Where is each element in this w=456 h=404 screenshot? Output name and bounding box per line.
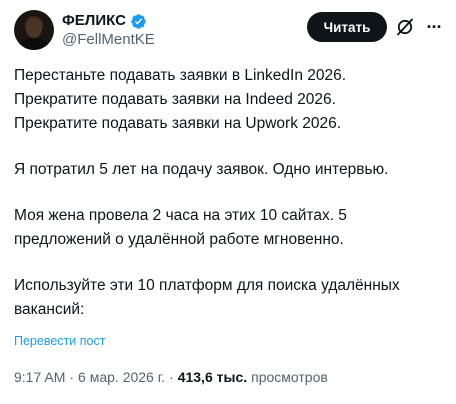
verified-badge-icon xyxy=(131,13,146,29)
tweet-line: предложений о удалённой работе мгновенно… xyxy=(14,231,344,248)
more-dots-icon[interactable]: ··· xyxy=(423,16,445,38)
tweet-line: вакансий: xyxy=(14,301,85,318)
follow-button[interactable]: Читать xyxy=(307,12,387,42)
tweet-line: Прекратите подавать заявки на Indeed 202… xyxy=(14,91,336,108)
author-display-name[interactable]: ФЕЛИКС xyxy=(62,12,126,30)
translate-post-link[interactable]: Перевести пост xyxy=(14,333,105,349)
author-name-row[interactable]: ФЕЛИКС xyxy=(62,12,147,30)
grok-slash-icon[interactable] xyxy=(395,17,415,37)
avatar-face xyxy=(26,18,42,38)
avatar-shoulders xyxy=(18,38,50,50)
meta-separator: · xyxy=(169,369,174,385)
tweet-line: Я потратил 5 лет на подачу заявок. Одно … xyxy=(14,161,389,178)
views-label[interactable]: просмотров xyxy=(251,368,328,386)
post-date[interactable]: 6 мар. 2026 г. xyxy=(78,368,165,386)
avatar[interactable] xyxy=(14,10,54,50)
meta-separator: · xyxy=(69,369,75,385)
views-count[interactable]: 413,6 тыс. xyxy=(178,368,247,386)
author-handle[interactable]: @FellMentKE xyxy=(62,31,155,49)
tweet-line: Прекратите подавать заявки на Upwork 202… xyxy=(14,115,342,132)
tweet-line: Моя жена провела 2 часа на этих 10 сайта… xyxy=(14,207,347,224)
tweet-line: Перестаньте подавать заявки в LinkedIn 2… xyxy=(14,67,347,84)
tweet-card: ФЕЛИКС @FellMentKE Читать ··· Перестаньт… xyxy=(0,0,456,404)
tweet-meta: 9:17 AM · 6 мар. 2026 г. · 413,6 тыс. пр… xyxy=(14,368,328,386)
tweet-text: Перестаньте подавать заявки в LinkedIn 2… xyxy=(14,64,444,322)
tweet-line: Используйте эти 10 платформ для поиска у… xyxy=(14,277,400,294)
post-time[interactable]: 9:17 AM xyxy=(14,368,65,386)
